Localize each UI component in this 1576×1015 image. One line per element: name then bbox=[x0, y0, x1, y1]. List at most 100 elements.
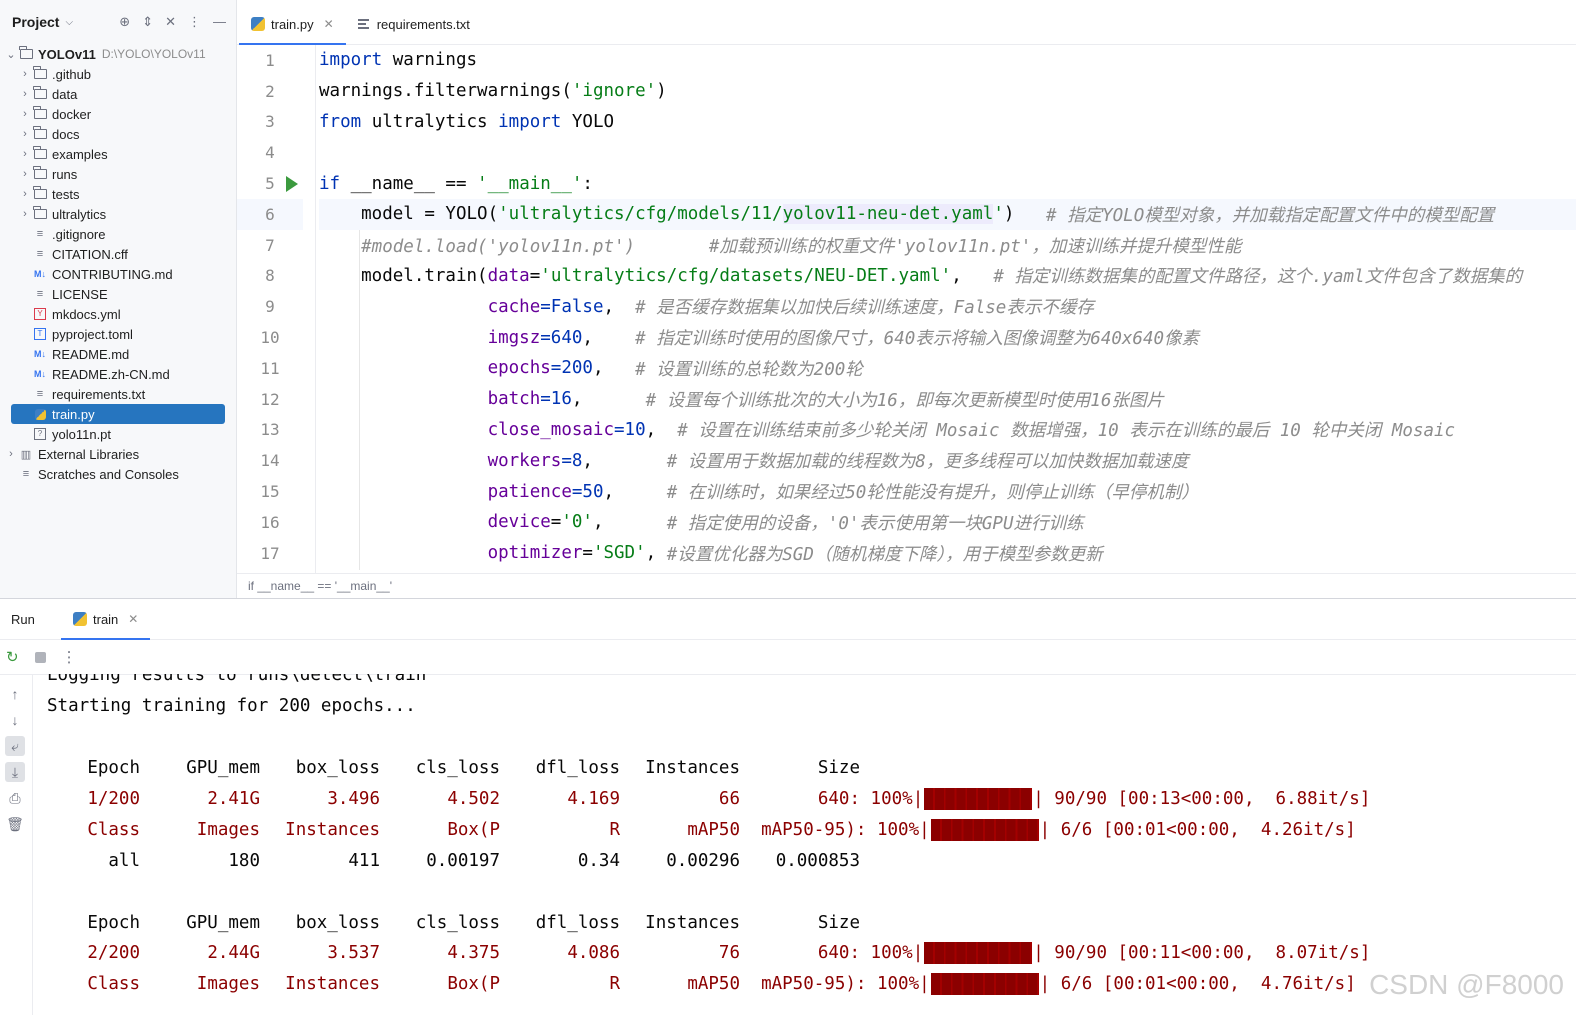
console-output[interactable]: Logging results to runs\detect\train Sta… bbox=[47, 674, 1576, 1015]
tree-item-label: pyproject.toml bbox=[52, 326, 133, 342]
tree-item[interactable]: › docs bbox=[0, 124, 236, 144]
chevron-right-icon[interactable]: › bbox=[18, 148, 32, 160]
file-icon: ≡ bbox=[36, 388, 44, 400]
chevron-down-icon[interactable]: ⌄ bbox=[4, 48, 18, 61]
tree-item-label: README.zh-CN.md bbox=[52, 366, 170, 382]
code-line-15[interactable]: patience =50, # 在训练时，如果经过50轮性能没有提升，则停止训练（… bbox=[319, 476, 1576, 507]
print-icon[interactable]: ⎙ bbox=[5, 788, 25, 808]
tree-item[interactable]: M↓ README.md bbox=[0, 344, 236, 364]
tree-item[interactable]: M↓ CONTRIBUTING.md bbox=[0, 264, 236, 284]
run-tab-train[interactable]: train ✕ bbox=[61, 599, 151, 640]
code-line-5[interactable]: if __name__ == '__main__': bbox=[319, 168, 1576, 199]
chevron-right-icon[interactable]: › bbox=[18, 108, 32, 120]
locate-icon[interactable]: ⊕ bbox=[119, 14, 130, 30]
more-options-icon[interactable]: ⋮ bbox=[62, 648, 77, 666]
column-header: Epoch bbox=[87, 912, 140, 933]
tree-item[interactable]: ? yolo11n.pt bbox=[0, 424, 236, 444]
line-number: 13 bbox=[260, 420, 280, 440]
tree-item[interactable]: ≡ .gitignore bbox=[0, 224, 236, 244]
chevron-right-icon[interactable]: › bbox=[18, 168, 32, 180]
chevron-right-icon[interactable]: › bbox=[4, 448, 18, 460]
column-header: Epoch bbox=[87, 758, 140, 779]
close-icon[interactable]: ✕ bbox=[128, 612, 138, 626]
tree-item[interactable]: ≡ requirements.txt bbox=[0, 384, 236, 404]
close-icon[interactable]: ✕ bbox=[324, 17, 334, 31]
scratches-icon: ≡ bbox=[22, 468, 30, 480]
code-line-12[interactable]: batch =16, # 设置每个训练批次的大小为16，即每次更新模型时使用16张… bbox=[319, 384, 1576, 415]
folder-icon bbox=[32, 166, 48, 181]
expand-all-icon[interactable]: ⇕ bbox=[142, 14, 153, 30]
run-side-toolbar: ↑ ↓ ⤶ ⤓ ⎙ 🗑 bbox=[0, 674, 33, 1015]
tree-item[interactable]: ≡ CITATION.cff bbox=[0, 244, 236, 264]
console-line: Starting training for 200 epochs... bbox=[47, 696, 416, 717]
code-line-11[interactable]: epochs =200, # 设置训练的总轮数为200轮 bbox=[319, 353, 1576, 384]
tab-requirements-txt[interactable]: requirements.txt bbox=[346, 4, 482, 44]
arrow-up-icon[interactable]: ↑ bbox=[5, 684, 25, 704]
code-line-7[interactable]: #model.load('yolov11n.pt') #加载预训练的权重文件'y… bbox=[319, 230, 1576, 261]
watermark: CSDN @F8000 bbox=[1369, 969, 1564, 1000]
collapse-all-icon[interactable]: ✕ bbox=[165, 14, 176, 30]
tree-item[interactable]: › data bbox=[0, 84, 236, 104]
trash-icon[interactable]: 🗑 bbox=[5, 814, 25, 834]
progress-bar bbox=[930, 818, 1039, 841]
tree-item[interactable]: › docker bbox=[0, 104, 236, 124]
tree-item[interactable]: M↓ README.zh-CN.md bbox=[0, 364, 236, 384]
chevron-right-icon[interactable]: › bbox=[18, 128, 32, 140]
tab-train-py[interactable]: train.py ✕ bbox=[239, 4, 346, 45]
code-line-8[interactable]: model.train(data ='ultralytics/cfg/datase… bbox=[319, 261, 1576, 292]
code-line-16[interactable]: device = '0', # 指定使用的设备，'0'表示使用第一块GPU进行训练 bbox=[319, 507, 1576, 538]
breadcrumb[interactable]: if __name__ == '__main__' bbox=[237, 573, 1576, 597]
more-options-icon[interactable]: ⋮ bbox=[188, 14, 201, 30]
folder-icon bbox=[32, 206, 48, 221]
chevron-right-icon[interactable]: › bbox=[18, 188, 32, 200]
code-line-13[interactable]: close_mosaic =10, # 设置在训练结束前多少轮关闭 Mosaic … bbox=[319, 415, 1576, 446]
code-area[interactable]: import warnings warnings.filterwarnings(… bbox=[319, 45, 1576, 573]
code-line-4[interactable] bbox=[319, 137, 1576, 168]
chevron-down-icon[interactable]: ⌵ bbox=[65, 17, 73, 28]
console-cell: Instances bbox=[285, 974, 380, 995]
console-cell: Instances bbox=[285, 819, 380, 840]
soft-wrap-icon[interactable]: ⤶ bbox=[5, 736, 25, 756]
console-cell: Box(P bbox=[447, 819, 500, 840]
line-number: 10 bbox=[260, 328, 280, 348]
line-number: 9 bbox=[265, 297, 275, 317]
tree-item[interactable]: › .github bbox=[0, 64, 236, 84]
code-line-2[interactable]: warnings.filterwarnings('ignore') bbox=[319, 76, 1576, 107]
tree-item-label: requirements.txt bbox=[52, 386, 146, 402]
tree-item[interactable]: train.py bbox=[11, 404, 225, 424]
code-line-17[interactable]: optimizer = 'SGD', #设置优化器为SGD（随机梯度下降），用于模型… bbox=[319, 538, 1576, 569]
tree-item[interactable]: Tpyproject.toml bbox=[0, 324, 236, 344]
tree-item-label: CONTRIBUTING.md bbox=[52, 266, 173, 282]
tree-item[interactable]: ≡ LICENSE bbox=[0, 284, 236, 304]
chevron-right-icon[interactable]: › bbox=[18, 68, 32, 80]
rerun-icon[interactable]: ↻ bbox=[6, 648, 19, 666]
tree-item[interactable]: › examples bbox=[0, 144, 236, 164]
tree-item[interactable]: Ymkdocs.yml bbox=[0, 304, 236, 324]
chevron-right-icon[interactable]: › bbox=[18, 88, 32, 100]
tree-scratches[interactable]: ≡ Scratches and Consoles bbox=[0, 464, 236, 484]
tree-item-label: data bbox=[52, 86, 78, 102]
code-line-10[interactable]: imgsz =640, # 指定训练时使用的图像尺寸，640表示将输入图像调整为6… bbox=[319, 322, 1576, 353]
code-line-14[interactable]: workers =8, # 设置用于数据加载的线程数为8，更多线程可以加快数据加载… bbox=[319, 445, 1576, 476]
tree-item[interactable]: › tests bbox=[0, 184, 236, 204]
tree-item[interactable]: › ultralytics bbox=[0, 204, 236, 224]
tree-external-libraries[interactable]: › ▥ External Libraries bbox=[0, 444, 236, 464]
arrow-down-icon[interactable]: ↓ bbox=[5, 710, 25, 730]
code-line-6[interactable]: model = YOLO('ultralytics/cfg/models/11/… bbox=[319, 198, 1576, 230]
stop-icon[interactable] bbox=[34, 651, 46, 663]
run-gutter-icon[interactable] bbox=[286, 176, 298, 193]
tree-item[interactable]: › runs bbox=[0, 164, 236, 184]
code-line-9[interactable]: cache =False, # 是否缓存数据集以加快后续训练速度，False表示不… bbox=[319, 291, 1576, 322]
tree-item-label: .github bbox=[52, 66, 92, 82]
scroll-to-end-icon[interactable]: ⤓ bbox=[5, 762, 25, 782]
project-header[interactable]: Project ⌵ ⊕ ⇕ ✕ ⋮ — bbox=[0, 0, 236, 44]
code-line-3[interactable]: from ultralytics import YOLO bbox=[319, 107, 1576, 138]
tree-root[interactable]: ⌄ YOLOv11 D:\YOLO\YOLOv11 bbox=[0, 44, 236, 64]
column-header: GPU_mem bbox=[186, 912, 260, 933]
project-title[interactable]: Project bbox=[12, 14, 59, 30]
chevron-right-icon[interactable]: › bbox=[18, 208, 32, 220]
breadcrumb-item[interactable]: if __name__ == '__main__' bbox=[248, 579, 392, 593]
file-icon: ≡ bbox=[36, 228, 44, 240]
code-line-1[interactable]: import warnings bbox=[319, 45, 1576, 76]
hide-panel-icon[interactable]: — bbox=[213, 14, 226, 30]
